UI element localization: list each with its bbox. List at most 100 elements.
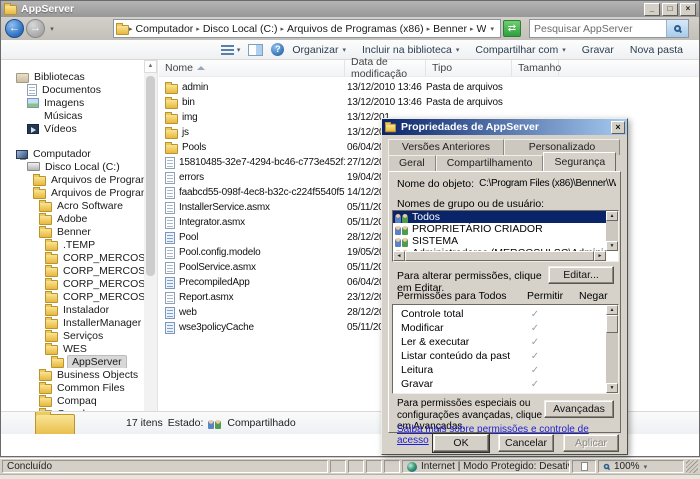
address-folder-icon [116, 25, 129, 35]
sidebar-tree-item[interactable]: AppServer [1, 355, 157, 368]
sidebar-tree-item[interactable]: Arquivos de Programas [1, 173, 157, 186]
back-button[interactable]: ← [5, 19, 24, 38]
file-name: Pool [179, 232, 198, 243]
maximize-button[interactable]: □ [662, 3, 678, 16]
names-vertical-scrollbar[interactable]: ▲ ▼ [606, 211, 618, 251]
dialog-tab[interactable]: Versões Anteriores [388, 139, 504, 155]
breadcrumb-segment[interactable]: WES [473, 23, 486, 35]
scroll-up-icon[interactable]: ▲ [144, 60, 157, 73]
toolbar-button[interactable]: Compartilhar com ▾ [467, 41, 573, 59]
toolbar-button[interactable]: Organizar ▾ [284, 41, 354, 59]
preview-pane-icon[interactable] [248, 44, 263, 56]
sidebar-tree-item[interactable]: Imagens [1, 96, 157, 109]
group-list-item[interactable]: SISTEMA [393, 235, 606, 247]
scrollbar-thumb[interactable] [146, 76, 155, 276]
permissions-vertical-scrollbar[interactable]: ▲ ▼ [606, 305, 618, 393]
sidebar-tree-item[interactable]: CORP_MERCOSUL [1, 251, 157, 264]
names-horizontal-scrollbar[interactable]: ◄ ► [393, 251, 606, 261]
search-input[interactable] [530, 23, 666, 35]
file-name-cell: web [159, 307, 345, 319]
file-icon [165, 307, 175, 319]
advanced-button[interactable]: Avançadas [544, 400, 614, 418]
column-header-size[interactable]: Tamanho [512, 60, 559, 76]
sidebar-tree-item[interactable]: Arquivos de Programas (x86) [1, 186, 157, 199]
toolbar-button[interactable]: Nova pasta ▾ [622, 41, 691, 59]
sidebar-tree-item[interactable]: Músicas [1, 109, 157, 122]
column-header-type[interactable]: Tipo [426, 60, 512, 76]
sidebar-scrollbar[interactable]: ▲ ▼ [144, 60, 157, 434]
sidebar-tree-item[interactable]: Bibliotecas [1, 70, 157, 83]
tree-item-icon [16, 73, 29, 83]
breadcrumb-segment[interactable]: Arquivos de Programas (x86) [284, 23, 427, 35]
dialog-tab[interactable]: Geral [388, 155, 436, 171]
scroll-up-icon[interactable]: ▲ [606, 305, 618, 315]
recent-pages-dropdown-icon[interactable]: ▾ [47, 25, 57, 33]
file-date-cell: 13/12/2010 13:46 [345, 97, 426, 108]
breadcrumb-segment[interactable]: Disco Local (C:) [200, 23, 281, 35]
views-icon [221, 45, 234, 55]
apply-button[interactable]: Aplicar [563, 434, 619, 452]
help-icon[interactable]: ? [271, 43, 284, 56]
sidebar-tree-item[interactable]: Documentos [1, 83, 157, 96]
sidebar-tree-item[interactable]: Serviços [1, 329, 157, 342]
sidebar-tree-item[interactable]: Computador [1, 147, 157, 160]
breadcrumb-segment[interactable]: Computador [133, 23, 197, 35]
zone-text: Internet | Modo Protegido: Desativado [421, 461, 570, 472]
minimize-button[interactable]: _ [644, 3, 660, 16]
scrollbar-thumb[interactable] [405, 251, 594, 261]
dialog-tab[interactable]: Segurança [543, 152, 616, 171]
statusbar-cell [330, 460, 346, 473]
scroll-up-icon[interactable]: ▲ [606, 211, 618, 221]
refresh-button[interactable]: ⇄ [503, 20, 521, 37]
sidebar-tree-item[interactable]: CORP_MERCOSUL_TESTE. [1, 290, 157, 303]
sidebar-tree-item[interactable]: Acro Software [1, 199, 157, 212]
sidebar-tree-item[interactable]: Disco Local (C:) [1, 160, 157, 173]
sidebar-tree-item[interactable]: InstallerManager [1, 316, 157, 329]
scroll-down-icon[interactable]: ▼ [606, 241, 618, 251]
file-row[interactable]: admin 13/12/2010 13:46 Pasta de arquivos [159, 80, 699, 95]
explorer-titlebar[interactable]: AppServer _ □ × [1, 1, 699, 17]
file-name: Pools [182, 142, 206, 153]
user-group-icon [395, 236, 409, 247]
scrollbar-thumb[interactable] [606, 315, 618, 333]
sidebar-tree-item[interactable]: Common Files [1, 381, 157, 394]
dialog-titlebar[interactable]: Propriedades de AppServer × [382, 119, 627, 135]
column-header-date[interactable]: Data de modificação [345, 60, 426, 76]
cancel-button[interactable]: Cancelar [498, 434, 554, 452]
resize-grip[interactable] [686, 460, 698, 473]
search-button[interactable] [666, 20, 688, 37]
scroll-right-icon[interactable]: ► [594, 251, 606, 261]
file-row[interactable]: bin 13/12/2010 13:46 Pasta de arquivos [159, 95, 699, 110]
sidebar-tree-item[interactable]: CORP_MERCOSUL_TESTE [1, 277, 157, 290]
group-list-item[interactable]: PROPRIETÁRIO CRIADOR [393, 223, 606, 235]
sidebar-tree-item[interactable]: Adobe [1, 212, 157, 225]
sidebar-tree-item[interactable]: Benner [1, 225, 157, 238]
sidebar-tree-item[interactable]: Vídeos [1, 122, 157, 135]
close-button[interactable]: × [680, 3, 696, 16]
edit-button[interactable]: Editar... [548, 266, 614, 284]
sidebar-tree-item[interactable]: .TEMP [1, 238, 157, 251]
sidebar-tree-item[interactable]: CORP_MERCOSUL.Reports [1, 264, 157, 277]
scroll-left-icon[interactable]: ◄ [393, 251, 405, 261]
address-dropdown-icon[interactable]: ▾ [486, 25, 498, 33]
statusbar-zoom[interactable]: 100% ▾ [598, 460, 684, 473]
sidebar-tree-item[interactable]: WES [1, 342, 157, 355]
breadcrumb-segment[interactable]: Benner [430, 23, 470, 35]
views-button[interactable]: ▾ [221, 45, 241, 55]
dialog-tab[interactable]: Compartilhamento [436, 155, 544, 171]
command-toolbar: ▾ ? Organizar ▾ Incluir na biblioteca ▾ … [1, 40, 699, 60]
toolbar-button[interactable]: Gravar ▾ [574, 41, 622, 59]
sidebar-tree-item[interactable]: Instalador [1, 303, 157, 316]
sidebar-tree-item[interactable]: Business Objects [1, 368, 157, 381]
column-header-name[interactable]: Nome [159, 60, 345, 76]
file-name: js [182, 127, 189, 138]
group-list-item[interactable]: Todos [393, 211, 606, 223]
scroll-down-icon[interactable]: ▼ [606, 383, 618, 393]
sidebar-tree-item[interactable]: Compaq [1, 394, 157, 407]
permission-label: Leitura [393, 364, 510, 376]
forward-button[interactable]: → [26, 19, 45, 38]
dialog-close-icon[interactable]: × [611, 121, 625, 134]
address-bar[interactable]: ▸ Computador ▸ Disco Local (C:) ▸ Arquiv… [113, 19, 501, 38]
ok-button[interactable]: OK [433, 434, 489, 452]
column-header-filler [559, 60, 699, 76]
